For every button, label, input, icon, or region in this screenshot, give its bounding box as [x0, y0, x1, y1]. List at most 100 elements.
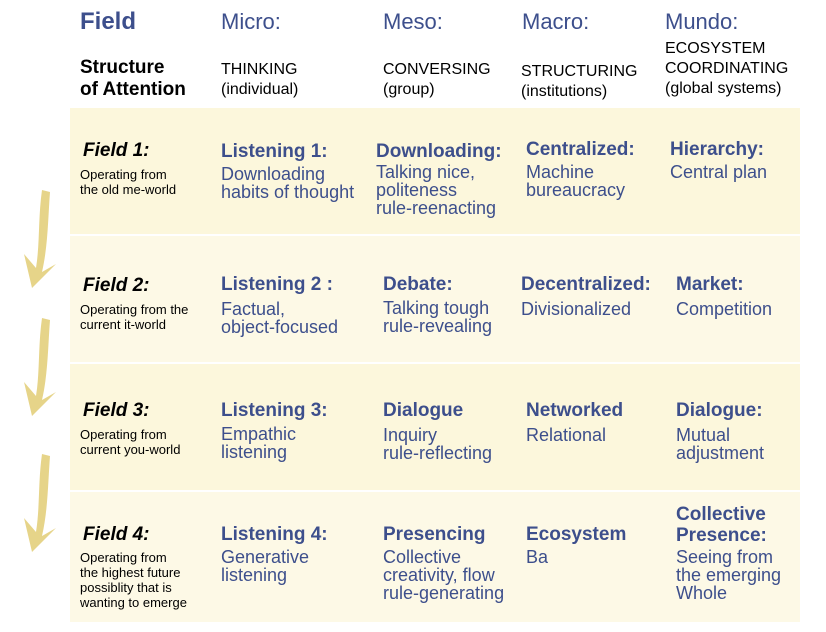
field-2-meso-body-1: Talking tough [383, 298, 490, 318]
field-2-desc: Operating from the current it-world [80, 302, 188, 332]
field-4-name: Field 4: [83, 524, 150, 545]
field-1-micro-title: Listening 1: [221, 141, 328, 162]
down-arrow-icon [24, 190, 56, 288]
mundo-sub: ECOSYSTEM COORDINATING (global systems) [665, 40, 788, 97]
field-4-meso-body-1: Collective [383, 547, 462, 567]
field-1-desc-2: the old me-world [80, 182, 177, 197]
field-3-desc-2: current you-world [80, 442, 181, 457]
field-1-meso-body-3: rule-reenacting [376, 198, 497, 218]
soa-line-2: of Attention [80, 79, 186, 100]
field-4-mundo-title-1: Collective [676, 504, 766, 525]
field-1-macro-body: Machine bureaucracy [526, 163, 625, 199]
field-1-micro-body-2: habits of thought [221, 182, 355, 202]
field-3-macro-body: Relational [526, 426, 606, 444]
field-4-mundo-body-1: Seeing from [676, 547, 774, 567]
field-4-desc-4: wanting to emerge [80, 595, 187, 610]
field-3-desc-1: Operating from [80, 427, 167, 442]
field-3-macro-title: Networked [526, 400, 624, 421]
field-3-meso-body-2: rule-reflecting [383, 443, 493, 463]
field-2-micro-title: Listening 2 : [221, 274, 333, 295]
field-4-micro-title: Listening 4: [221, 524, 328, 545]
field-2-micro-body-2: object-focused [221, 317, 339, 337]
field-3-desc: Operating from current you-world [80, 427, 180, 457]
field-3-mundo-body: Mutual adjustment [676, 426, 764, 462]
field-4-micro-body-1: Generative [221, 547, 310, 567]
field-1-macro-body-1: Machine [526, 162, 595, 182]
header-micro: Micro: [221, 9, 281, 34]
field-3-meso-title: Dialogue [383, 400, 464, 421]
field-1-meso-title: Downloading: [376, 141, 502, 162]
field-2-macro-body-1: Divisionalized [521, 299, 632, 319]
field-1-name: Field 1: [83, 140, 150, 161]
field-2-name: Field 2: [83, 275, 150, 296]
field-2-macro-title: Decentralized: [521, 274, 651, 295]
micro-sub-2: (individual) [221, 81, 299, 98]
field-4-desc-1: Operating from [80, 550, 167, 565]
header-field: Field [80, 8, 137, 35]
field-3-meso-body: Inquiry rule-reflecting [383, 426, 492, 462]
field-3-mundo-title: Dialogue: [676, 400, 763, 421]
structure-of-attention-label: Structure of Attention [80, 57, 186, 101]
soa-line-1: Structure [80, 57, 165, 78]
field-4-meso-body-2: creativity, flow [383, 565, 495, 585]
field-3-mundo-body-2: adjustment [676, 443, 765, 463]
mundo-sub-0: ECOSYSTEM [665, 40, 766, 57]
field-2-micro-body: Factual, object-focused [221, 300, 338, 336]
field-3-name: Field 3: [83, 400, 150, 421]
field-4-desc-3: possiblity that is [80, 580, 172, 595]
field-1-meso-body: Talking nice, politeness rule-reenacting [376, 163, 496, 217]
field-3-macro-body-1: Relational [526, 425, 607, 445]
down-arrow-icon [24, 454, 56, 552]
field-2-macro-body: Divisionalized [521, 300, 631, 318]
field-1-micro-body-1: Downloading [221, 164, 326, 184]
field-4-mundo-title-2: Presence: [676, 525, 767, 546]
field-2-mundo-title: Market: [676, 274, 744, 295]
field-1-mundo-title: Hierarchy: [670, 139, 764, 160]
field-3-meso-body-1: Inquiry [383, 425, 438, 445]
field-4-macro-title: Ecosystem [526, 524, 627, 545]
field-1-macro-title: Centralized: [526, 139, 635, 160]
field-3-micro-body-2: listening [221, 442, 288, 462]
meso-sub-1: CONVERSING [383, 61, 491, 78]
field-2-mundo-body-1: Competition [676, 299, 773, 319]
micro-sub: THINKING (individual) [221, 61, 298, 98]
field-4-meso-body-3: rule-generating [383, 583, 505, 603]
field-1-mundo-body: Central plan [670, 163, 767, 181]
field-1-desc: Operating from the old me-world [80, 167, 176, 197]
field-4-mundo-body: Seeing from the emerging Whole [676, 548, 781, 602]
micro-sub-1: THINKING [221, 61, 298, 78]
mundo-sub-2: (global systems) [665, 80, 782, 97]
field-2-meso-body: Talking tough rule-revealing [383, 299, 492, 335]
field-4-micro-body-2: listening [221, 565, 288, 585]
field-1-meso-body-1: Talking nice, [376, 162, 476, 182]
field-3-mundo-body-1: Mutual [676, 425, 731, 445]
field-4-mundo-body-2: the emerging [676, 565, 782, 585]
field-2-meso-title: Debate: [383, 274, 453, 295]
field-2-meso-body-2: rule-revealing [383, 316, 493, 336]
field-4-meso-title: Presencing [383, 524, 486, 545]
field-1-meso-body-2: politeness [376, 180, 458, 200]
header-meso: Meso: [383, 9, 443, 34]
field-3-micro-body: Empathic listening [221, 425, 296, 461]
field-1-desc-1: Operating from [80, 167, 167, 182]
down-arrow-icon [24, 318, 56, 416]
field-3-micro-body-1: Empathic [221, 424, 297, 444]
field-2-micro-body-1: Factual, [221, 299, 286, 319]
field-1-mundo-body-1: Central plan [670, 162, 768, 182]
field-2-desc-1: Operating from the [80, 302, 189, 317]
field-3-micro-title: Listening 3: [221, 400, 328, 421]
field-4-mundo-title: Collective Presence: [676, 504, 767, 546]
meso-sub: CONVERSING (group) [383, 61, 491, 98]
meso-sub-2: (group) [383, 81, 435, 98]
field-2-desc-2: current it-world [80, 317, 166, 332]
header-mundo: Mundo: [665, 9, 739, 34]
field-1-micro-body: Downloading habits of thought [221, 165, 354, 201]
field-2-mundo-body: Competition [676, 300, 772, 318]
macro-sub-2: (institutions) [521, 83, 608, 100]
field-4-desc: Operating from the highest future possib… [80, 550, 187, 610]
macro-sub-1: STRUCTURING [521, 63, 638, 80]
field-4-micro-body: Generative listening [221, 548, 309, 584]
field-4-mundo-body-3: Whole [676, 583, 728, 603]
field-4-macro-body-1: Ba [526, 547, 549, 567]
field-4-macro-body: Ba [526, 548, 548, 566]
